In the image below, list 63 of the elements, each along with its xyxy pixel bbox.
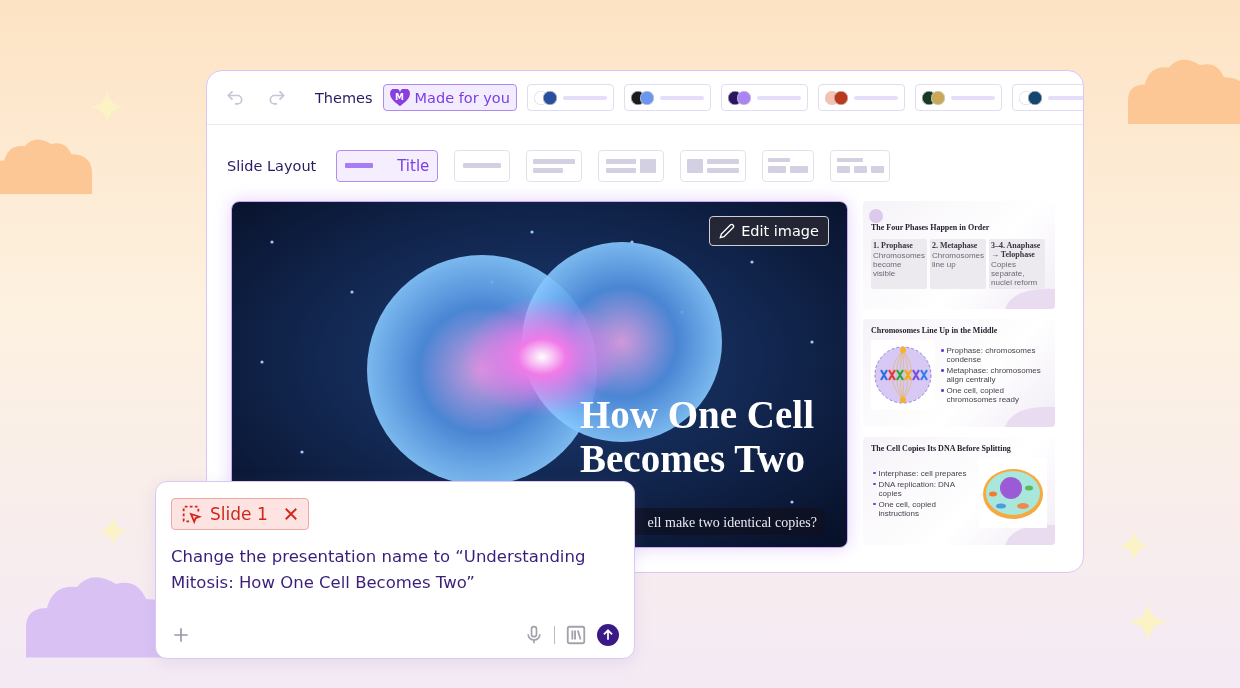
bullet-text: One cell, copied instructions: [878, 499, 937, 518]
layout-option[interactable]: [598, 149, 665, 182]
two-column-layout-icon: [768, 158, 809, 173]
theme-swatch[interactable]: [1011, 84, 1083, 111]
heading-layout-icon: [463, 163, 502, 168]
slide-chip[interactable]: Slide 1: [171, 498, 309, 530]
library-icon[interactable]: [565, 624, 587, 646]
bullet-icon: [873, 502, 876, 505]
slide-subtitle: ell make two identical copies?: [647, 515, 817, 530]
text-layout-icon: [533, 158, 576, 173]
thumbnail-title: The Cell Copies Its DNA Before Splitting: [871, 444, 1011, 454]
bullet-text: Interphase: cell prepares: [878, 468, 968, 478]
phase-text: Copies separate, nuclei reform: [991, 260, 1039, 287]
edit-image-button[interactable]: Edit image: [709, 216, 829, 246]
theme-swatch[interactable]: [526, 84, 614, 111]
layout-option[interactable]: [526, 149, 583, 182]
selection-cursor-icon: [180, 503, 202, 525]
slide-thumbnail[interactable]: Chromosomes Line Up in the Middle Prophase: chromosomes condense Metaphase: chromosomes align centrally One cell, copied chromosomes ready: [863, 319, 1055, 427]
theme-swatch[interactable]: [817, 84, 905, 111]
three-column-layout-icon: [836, 158, 884, 173]
phase-text: Chromosomes become visible: [873, 251, 925, 278]
bullet-icon: [873, 482, 876, 485]
bullet-icon: [873, 471, 876, 474]
layout-option[interactable]: Title: [336, 149, 439, 182]
text-image-layout-icon: [606, 158, 657, 173]
phase-heading: 2. Metaphase: [932, 241, 979, 250]
title-layout-icon: [345, 163, 374, 168]
slide-thumbnail[interactable]: The Cell Copies Its DNA Before Splitting Interphase: cell prepares DNA replication: DNA copies One cell, copied instructions: [863, 437, 1055, 545]
sparkle-icon: [1118, 530, 1150, 562]
circle-drawing: [869, 209, 883, 223]
bullet-text: DNA replication: DNA copies: [878, 479, 956, 498]
slide-thumbnail[interactable]: The Four Phases Happen in Order 1. Prophase Chromosomes become visible 2. Metaphase Chromosomes line up 3–4. Anaphase → Telophase Copies separate, nuclei reform: [863, 201, 1055, 309]
bullet-text: Prophase: chromosomes condense: [946, 346, 1037, 364]
slide-layout-label: Slide Layout: [227, 157, 317, 174]
bullet-text: Metaphase: chromosomes align centrally: [946, 366, 1042, 384]
arrow-up-icon: [601, 628, 615, 642]
image-text-layout-icon: [687, 158, 740, 173]
layout-option[interactable]: [454, 149, 511, 182]
bullet-icon: [941, 389, 944, 392]
spindle-drawing: [871, 340, 935, 410]
microphone-icon[interactable]: [524, 625, 544, 645]
layout-option[interactable]: [762, 149, 815, 182]
pencil-icon: [719, 223, 736, 239]
phase-heading: 1. Prophase: [873, 241, 914, 250]
thumbnail-title: Chromosomes Line Up in the Middle: [871, 326, 998, 336]
layout-option[interactable]: [680, 149, 747, 182]
phase-heading: 3–4. Anaphase → Telophase: [991, 241, 1042, 259]
bullet-icon: [941, 349, 944, 352]
bullet-text: One cell, copied chromosomes ready: [946, 386, 1020, 404]
send-button[interactable]: [597, 624, 619, 646]
themes-label: Themes: [315, 89, 373, 106]
layout-option[interactable]: [830, 149, 891, 182]
theme-swatch[interactable]: [623, 84, 711, 111]
theme-swatch[interactable]: [914, 84, 1002, 111]
sparkle-icon: [98, 516, 128, 546]
thumbnail-title: The Four Phases Happen in Order: [871, 223, 990, 233]
heart-icon: M: [389, 88, 410, 107]
sparkle-icon: [1128, 602, 1168, 642]
plus-icon[interactable]: [171, 625, 191, 645]
theme-swatch[interactable]: [720, 84, 808, 111]
bullet-icon: [941, 369, 944, 372]
phase-text: Chromosomes line up: [932, 251, 984, 269]
made-for-you-button[interactable]: M Made for you: [382, 84, 517, 111]
